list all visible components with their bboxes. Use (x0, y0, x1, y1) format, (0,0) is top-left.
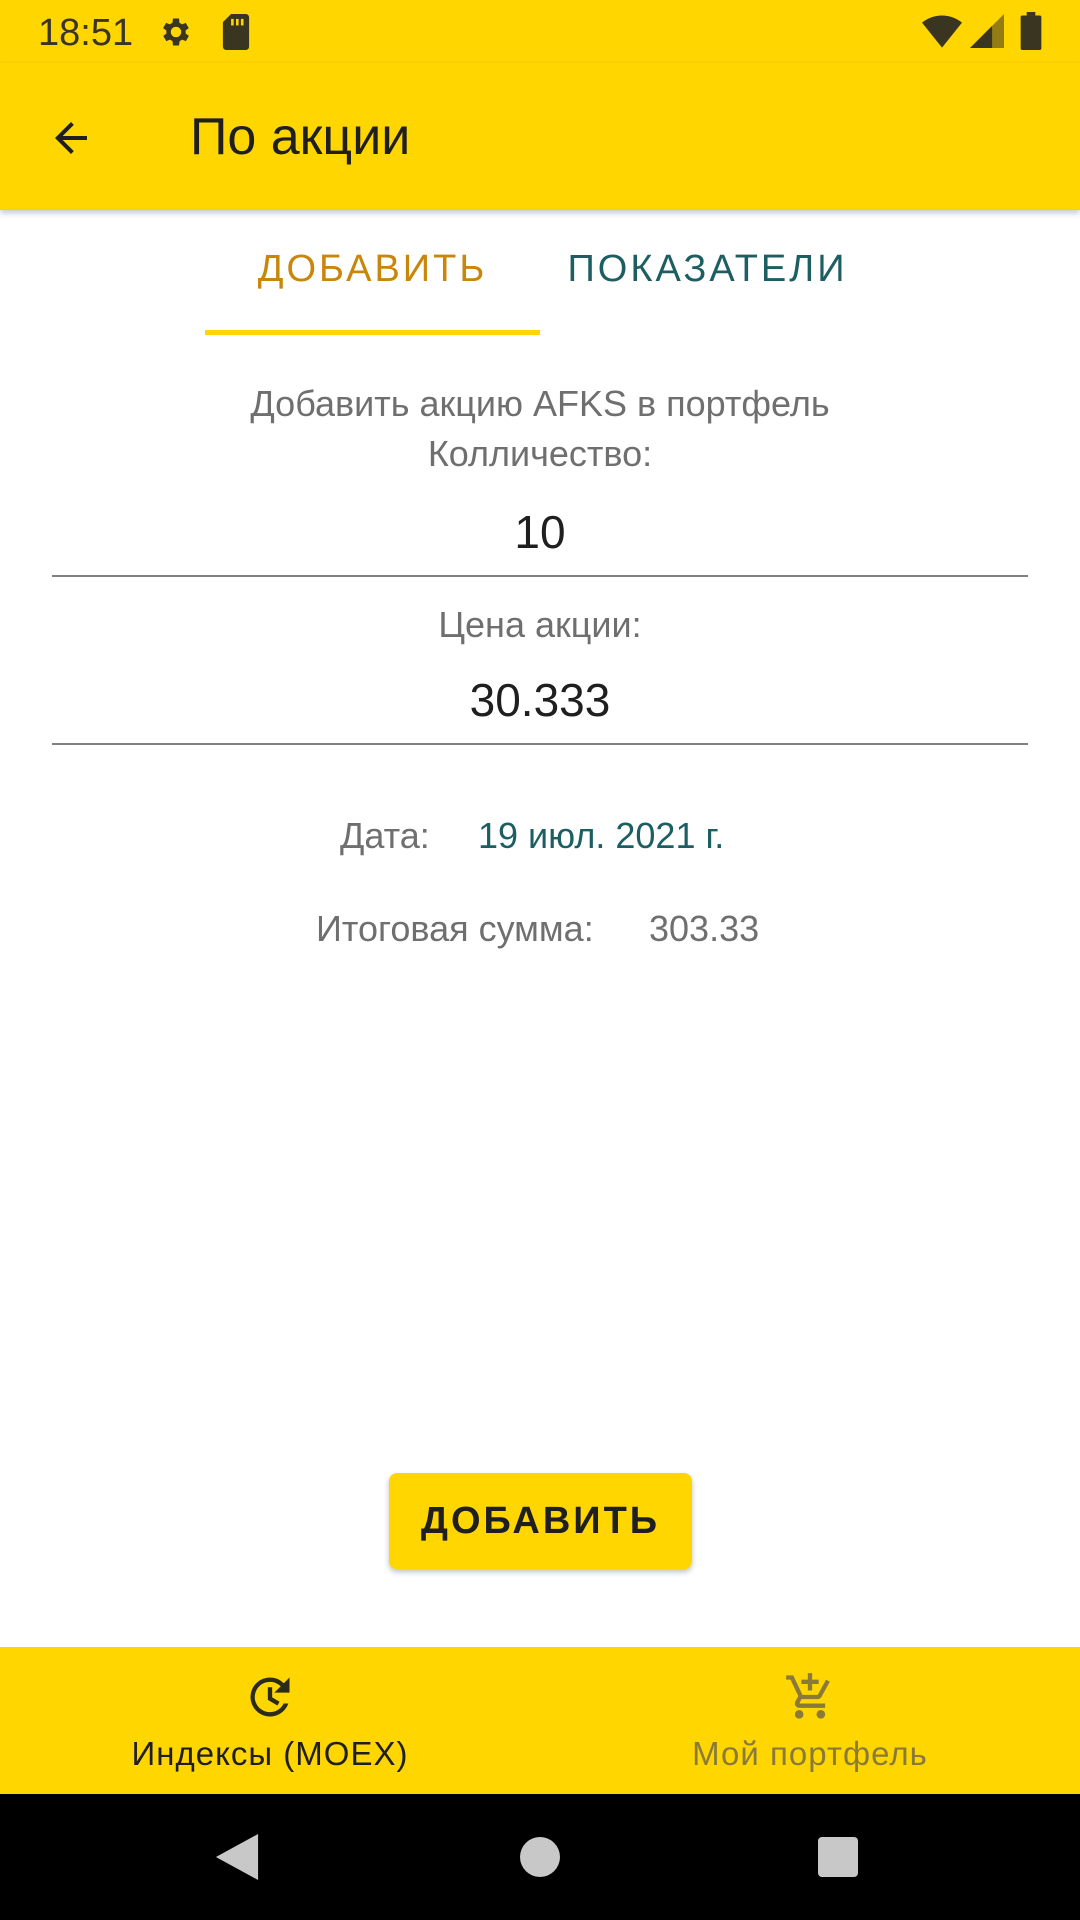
page-title: По акции (190, 108, 411, 166)
signal-icon (970, 14, 1004, 48)
sd-card-icon (222, 14, 250, 50)
system-home-icon[interactable] (520, 1837, 560, 1877)
quantity-input[interactable]: 10 (52, 505, 1028, 577)
quantity-label: Колличество: (427, 433, 653, 474)
system-navigation-bar (0, 1794, 1080, 1920)
price-input[interactable]: 30.333 (52, 673, 1028, 745)
arrow-left-icon (55, 122, 87, 154)
add-description: Добавить акцию AFKS в портфель (250, 383, 830, 424)
nav-label-portfolio: Мой портфель (692, 1735, 928, 1772)
total-sum-label: Итоговая сумма: (316, 908, 594, 949)
app-bar: По акции (0, 63, 1080, 210)
gear-icon (163, 18, 189, 46)
back-button[interactable] (36, 103, 106, 173)
system-recents-icon[interactable] (818, 1837, 858, 1877)
nav-item-indexes[interactable]: Индексы (MOEX) (0, 1647, 540, 1794)
tab-bar: ДОБАВИТЬ ПОКАЗАТЕЛИ (0, 210, 1080, 335)
add-to-cart-icon (786, 1673, 830, 1719)
system-back-icon[interactable] (215, 1834, 259, 1880)
price-label: Цена акции: (438, 604, 642, 645)
history-clock-icon (250, 1677, 290, 1717)
date-label: Дата: (340, 815, 430, 856)
screen: 18:51 По акции ДОБАВИТЬ ПОКАЗАТЕЛИ Добав… (0, 0, 1080, 1920)
nav-item-portfolio[interactable]: Мой портфель (540, 1647, 1080, 1794)
date-picker-value[interactable]: 19 июл. 2021 г. (478, 815, 724, 857)
nav-label-indexes: Индексы (MOEX) (131, 1735, 409, 1772)
battery-icon (1020, 12, 1042, 50)
tab-indicators[interactable]: ПОКАЗАТЕЛИ (540, 248, 875, 291)
bottom-navigation: Индексы (MOEX) Мой портфель (0, 1647, 1080, 1794)
total-sum-value: 303.33 (649, 908, 760, 949)
tab-add[interactable]: ДОБАВИТЬ (205, 248, 540, 291)
tab-selected-indicator (205, 330, 540, 335)
wifi-icon (922, 15, 962, 48)
status-bar: 18:51 (0, 0, 1080, 63)
status-time: 18:51 (38, 12, 134, 54)
add-button[interactable]: ДОБАВИТЬ (389, 1473, 692, 1569)
